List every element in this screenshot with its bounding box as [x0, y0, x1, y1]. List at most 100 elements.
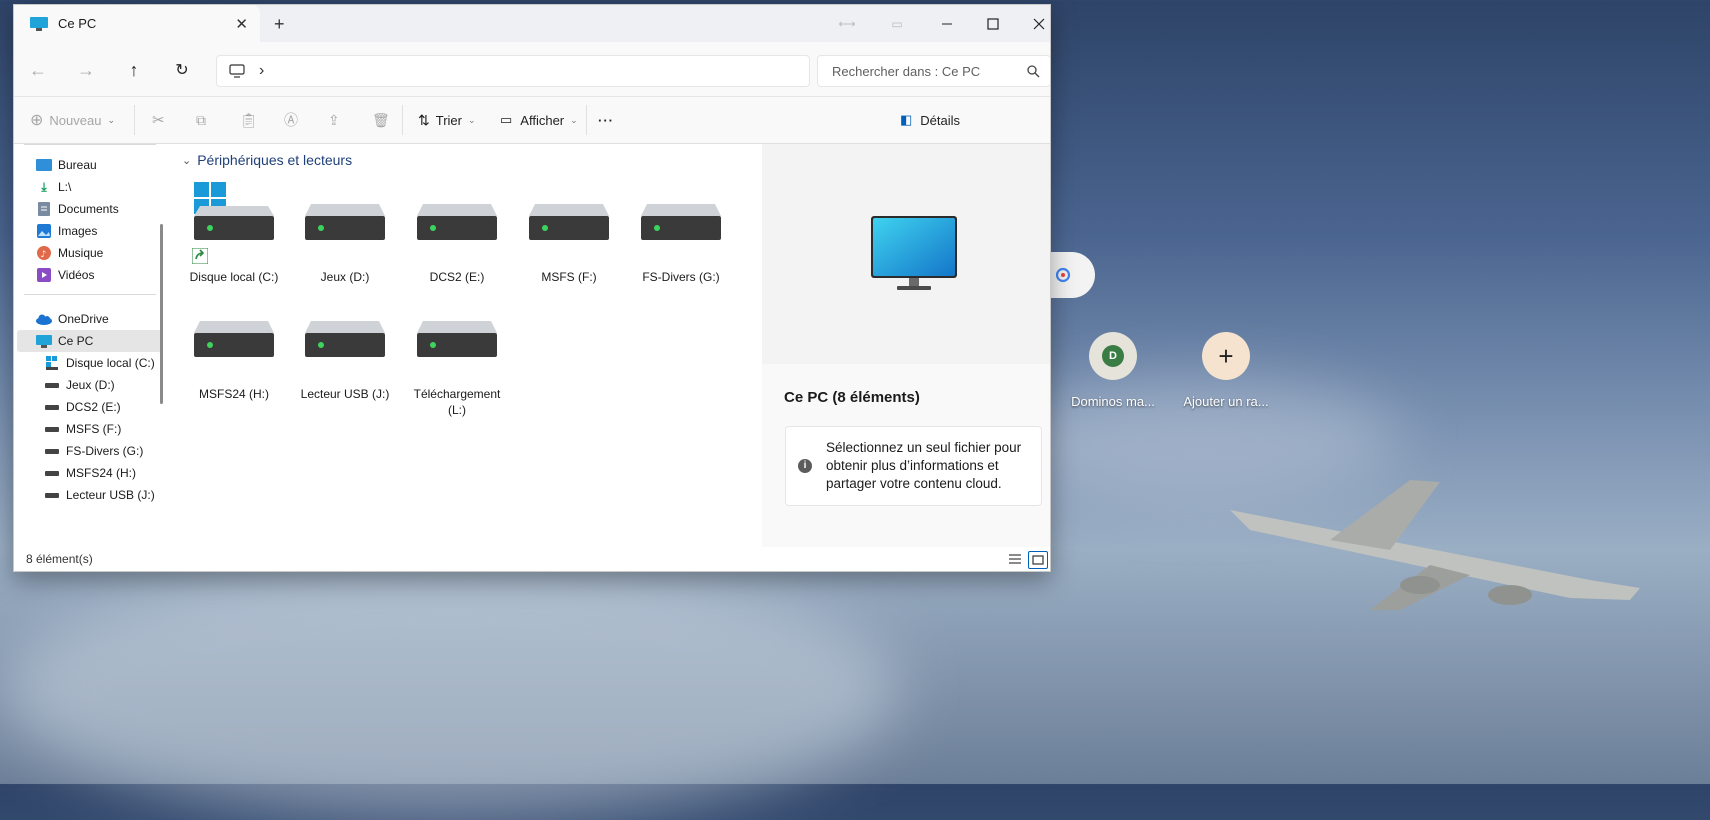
pin-icon[interactable]: 📌︎ [161, 204, 162, 215]
item-count: 8 élément(s) [26, 552, 93, 566]
delete-button[interactable]: 🗑︎ [372, 109, 390, 131]
maximize-icon [987, 17, 999, 30]
drive-item-h[interactable]: MSFS24 (H:) [179, 319, 289, 402]
sidebar-item-label: OneDrive [58, 312, 109, 326]
cut-button[interactable]: ✂ [152, 109, 165, 131]
new-label: Nouveau [49, 112, 102, 128]
rename-button[interactable]: Ⓐ [284, 109, 298, 131]
sidebar-item-musique[interactable]: ♪ Musique 📌︎ [14, 242, 162, 264]
paste-button[interactable]: 📋︎ [240, 109, 258, 131]
drive-label: FS-Divers (G:) [642, 270, 720, 284]
drive-icon [417, 321, 497, 357]
content-area: Bureau 📌︎ ⤓ L:\ 📌︎ Documents 📌︎ Images 📌… [14, 144, 1050, 547]
breadcrumb-chevron[interactable]: › [259, 62, 264, 80]
share-button[interactable]: ⇪ [328, 109, 340, 131]
navigation-bar: ← → ↑ ↻ › Rechercher dans : Ce PC [14, 42, 1050, 97]
close-tab-icon[interactable]: ✕ [235, 15, 248, 33]
drive-label: Lecteur USB (J:) [300, 387, 390, 401]
sidebar-item-drive-c[interactable]: Disque local (C:) [14, 352, 162, 374]
minimize-button[interactable] [924, 5, 970, 42]
details-pane-icon: ◧ [900, 112, 913, 127]
sidebar-item-documents[interactable]: Documents 📌︎ [14, 198, 162, 220]
windows-drive-icon [194, 182, 274, 240]
sidebar-scrollbar[interactable] [160, 224, 163, 404]
close-button[interactable] [1016, 5, 1050, 42]
group-header[interactable]: ⌄ Périphériques et lecteurs [182, 152, 352, 168]
share-icon: ⇪ [328, 111, 340, 128]
sidebar-item-label: Documents [58, 202, 119, 216]
maximize-button[interactable] [970, 5, 1016, 42]
chevron-down-icon: ⌄ [107, 114, 115, 125]
cloud-icon [36, 312, 52, 326]
sort-button[interactable]: ⇅ Trier ⌄ [418, 109, 476, 131]
more-options-button[interactable]: ··· [598, 109, 614, 131]
drive-item-f[interactable]: MSFS (F:) [514, 202, 624, 285]
large-icons-view-button[interactable] [1028, 551, 1048, 569]
video-icon [36, 268, 52, 282]
drive-icon [44, 400, 60, 414]
drive-label: MSFS24 (H:) [198, 387, 269, 401]
view-button[interactable]: ▭ Afficher ⌄ [500, 109, 578, 131]
snap-icon[interactable]: ⟷ [824, 5, 870, 42]
copy-button[interactable]: ⧉ [196, 109, 206, 131]
sidebar-item-label: Lecteur USB (J:) [66, 488, 155, 502]
sidebar-item-videos[interactable]: Vidéos 📌︎ [14, 264, 162, 286]
drive-icon [44, 466, 60, 480]
sidebar-item-label: DCS2 (E:) [66, 400, 121, 414]
forward-button[interactable]: → [72, 56, 100, 84]
pin-icon[interactable]: 📌︎ [161, 182, 162, 193]
search-input[interactable]: Rechercher dans : Ce PC [817, 55, 1050, 87]
sidebar-item-drive-h[interactable]: MSFS24 (H:) [14, 462, 162, 484]
sidebar-item-drive-g[interactable]: FS-Divers (G:) [14, 440, 162, 462]
sidebar-item-label: FS-Divers (G:) [66, 444, 144, 458]
document-icon [36, 202, 52, 216]
up-button[interactable]: ↑ [120, 56, 148, 84]
sidebar-item-ce-pc[interactable]: Ce PC [17, 330, 162, 352]
drive-label: MSFS (F:) [541, 270, 597, 284]
address-bar[interactable]: › [216, 55, 810, 87]
drive-item-j[interactable]: Lecteur USB (J:) [290, 319, 400, 402]
new-tab-button[interactable]: + [274, 14, 285, 35]
sidebar-item-label: MSFS (F:) [66, 422, 122, 436]
drive-label: DCS2 (E:) [429, 270, 485, 284]
sidebar-item-drive-e[interactable]: DCS2 (E:) [14, 396, 162, 418]
back-button[interactable]: ← [24, 56, 52, 84]
sidebar-item-label: Images [58, 224, 98, 238]
drive-icon [417, 204, 497, 240]
drive-item-c[interactable]: Disque local (C:) [179, 182, 289, 285]
pin-icon[interactable]: 📌︎ [161, 160, 162, 171]
chevron-down-icon: ⌄ [570, 114, 578, 125]
chevron-down-icon: ⌄ [467, 114, 476, 125]
monitor-icon [871, 216, 957, 290]
sidebar-item-images[interactable]: Images 📌︎ [14, 220, 162, 242]
scissors-icon: ✂ [152, 112, 165, 129]
divider [402, 105, 403, 135]
sidebar-item-drive-f[interactable]: MSFS (F:) [14, 418, 162, 440]
trash-icon: 🗑︎ [372, 111, 390, 128]
sidebar-item-drive-d[interactable]: Jeux (D:) [14, 374, 162, 396]
divider [24, 144, 156, 145]
shortcut-arrow-icon [192, 248, 208, 264]
divider [24, 294, 156, 295]
new-button[interactable]: ⊕ Nouveau ⌄ [30, 109, 115, 131]
refresh-button[interactable]: ↻ [168, 56, 196, 84]
computer-icon [30, 16, 48, 31]
sidebar-item-l-drive[interactable]: ⤓ L:\ 📌︎ [14, 176, 162, 198]
sidebar-item-drive-j[interactable]: Lecteur USB (J:) [14, 484, 162, 506]
layout-icon[interactable]: ▭ [874, 5, 920, 42]
drive-item-l[interactable]: Téléchargement (L:) [402, 319, 512, 418]
shortcut-avatar: D [1089, 332, 1137, 380]
list-view-button[interactable] [1006, 551, 1024, 567]
drive-item-e[interactable]: DCS2 (E:) [402, 202, 512, 285]
drive-item-d[interactable]: Jeux (D:) [290, 202, 400, 285]
tab-ce-pc[interactable]: Ce PC ✕ [14, 5, 260, 42]
navigation-pane: Bureau 📌︎ ⤓ L:\ 📌︎ Documents 📌︎ Images 📌… [14, 144, 162, 547]
sidebar-item-onedrive[interactable]: OneDrive [14, 308, 162, 330]
list-view-icon [1009, 554, 1021, 564]
divider [586, 105, 587, 135]
shortcut-add[interactable]: + Ajouter un ra... [1156, 332, 1296, 409]
details-button[interactable]: ◧ Détails [900, 109, 960, 131]
close-icon [1033, 18, 1045, 29]
sidebar-item-bureau[interactable]: Bureau 📌︎ [14, 154, 162, 176]
drive-item-g[interactable]: FS-Divers (G:) [626, 202, 736, 285]
